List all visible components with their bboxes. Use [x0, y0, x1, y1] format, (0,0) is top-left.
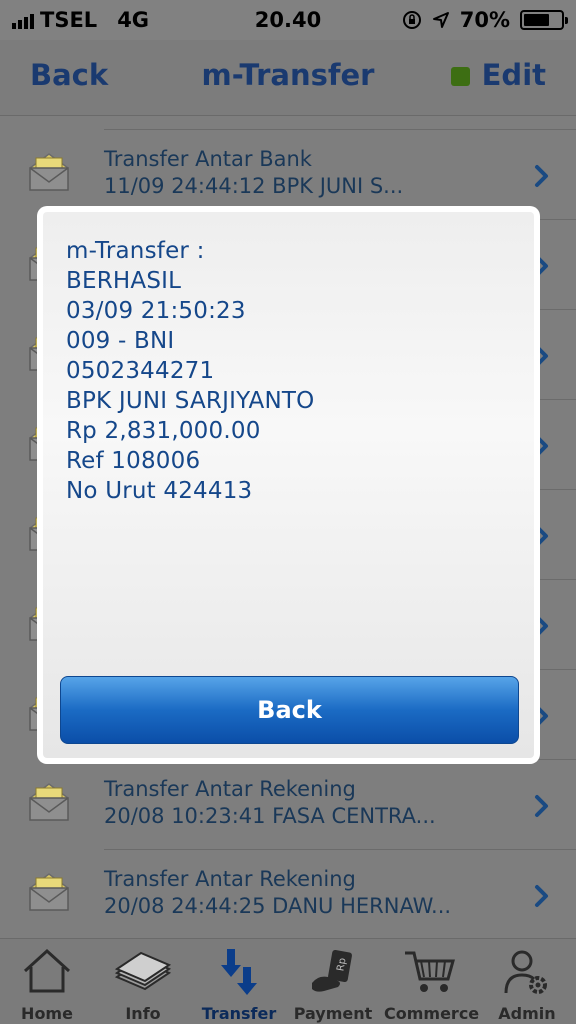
dialog-back-button[interactable]: Back	[60, 676, 519, 744]
list-item-title: Transfer Antar Rekening	[104, 867, 356, 891]
dialog-line: Ref 108006	[66, 448, 201, 474]
tab-commerce[interactable]: Commerce	[384, 939, 480, 1024]
chevron-right-icon	[534, 884, 550, 908]
list-item-title: Transfer Antar Rekening	[104, 777, 356, 801]
home-icon	[23, 948, 71, 993]
orientation-lock-icon	[402, 11, 421, 29]
tab-bar: Home Info Transfer Rp Payment Commerce A…	[0, 938, 576, 1024]
list-item-detail: 20/08 24:44:25 DANU HERNAW...	[104, 894, 452, 918]
dialog-line: m-Transfer :	[66, 238, 205, 264]
dialog-message: m-Transfer : BERHASIL 03/09 21:50:23 009…	[66, 236, 314, 506]
list-item-detail: 11/09 24:44:12 BPK JUNI S...	[104, 174, 404, 198]
tab-transfer-label: Transfer	[201, 1004, 277, 1023]
dialog-body: m-Transfer : BERHASIL 03/09 21:50:23 009…	[43, 212, 534, 758]
tab-commerce-label: Commerce	[384, 1004, 480, 1023]
envelope-icon	[26, 150, 72, 194]
dialog-line: BPK JUNI SARJIYANTO	[66, 388, 315, 414]
tab-info-label: Info	[125, 1004, 161, 1023]
divider	[104, 129, 576, 130]
transfer-icon	[221, 949, 257, 995]
tab-payment[interactable]: Rp Payment	[288, 939, 378, 1024]
payment-icon: Rp	[312, 949, 352, 992]
envelope-icon	[26, 780, 72, 824]
battery-percent: 70%	[459, 8, 510, 32]
info-icon	[114, 951, 172, 991]
list-item[interactable]: Transfer Antar Rekening 20/08 24:44:25 DA…	[0, 850, 576, 940]
navigation-bar: Back m-Transfer Edit	[0, 40, 576, 116]
status-indicator	[451, 67, 470, 86]
dialog-line: 03/09 21:50:23	[66, 298, 246, 324]
tab-admin[interactable]: Admin	[482, 939, 572, 1024]
transfer-result-dialog: m-Transfer : BERHASIL 03/09 21:50:23 009…	[37, 206, 540, 764]
tab-home[interactable]: Home	[2, 939, 92, 1024]
tab-transfer[interactable]: Transfer	[194, 939, 284, 1024]
dialog-line: Rp 2,831,000.00	[66, 418, 261, 444]
tab-home-label: Home	[21, 1004, 73, 1023]
cart-icon	[405, 951, 455, 992]
svg-text:Rp: Rp	[335, 957, 348, 972]
status-bar: TSEL 4G 20.40 70%	[0, 0, 576, 40]
tab-info[interactable]: Info	[98, 939, 188, 1024]
tab-payment-label: Payment	[293, 1004, 373, 1023]
status-right: 70%	[402, 8, 568, 32]
dialog-line: BERHASIL	[66, 268, 182, 294]
location-icon	[432, 12, 449, 28]
edit-button[interactable]: Edit	[482, 58, 546, 92]
chevron-right-icon	[534, 164, 550, 188]
dialog-line: 0502344271	[66, 358, 215, 384]
list-item-title: Transfer Antar Bank	[104, 147, 312, 171]
battery-icon	[520, 10, 568, 30]
list-item[interactable]: Transfer Antar Rekening 20/08 10:23:41 FA…	[0, 760, 576, 850]
admin-icon	[504, 950, 547, 994]
dialog-line: No Urut 424413	[66, 478, 253, 504]
tab-admin-label: Admin	[498, 1004, 556, 1023]
list-item-detail: 20/08 10:23:41 FASA CENTRA...	[104, 804, 436, 828]
envelope-icon	[26, 870, 72, 914]
chevron-right-icon	[534, 794, 550, 818]
dialog-line: 009 - BNI	[66, 328, 175, 354]
